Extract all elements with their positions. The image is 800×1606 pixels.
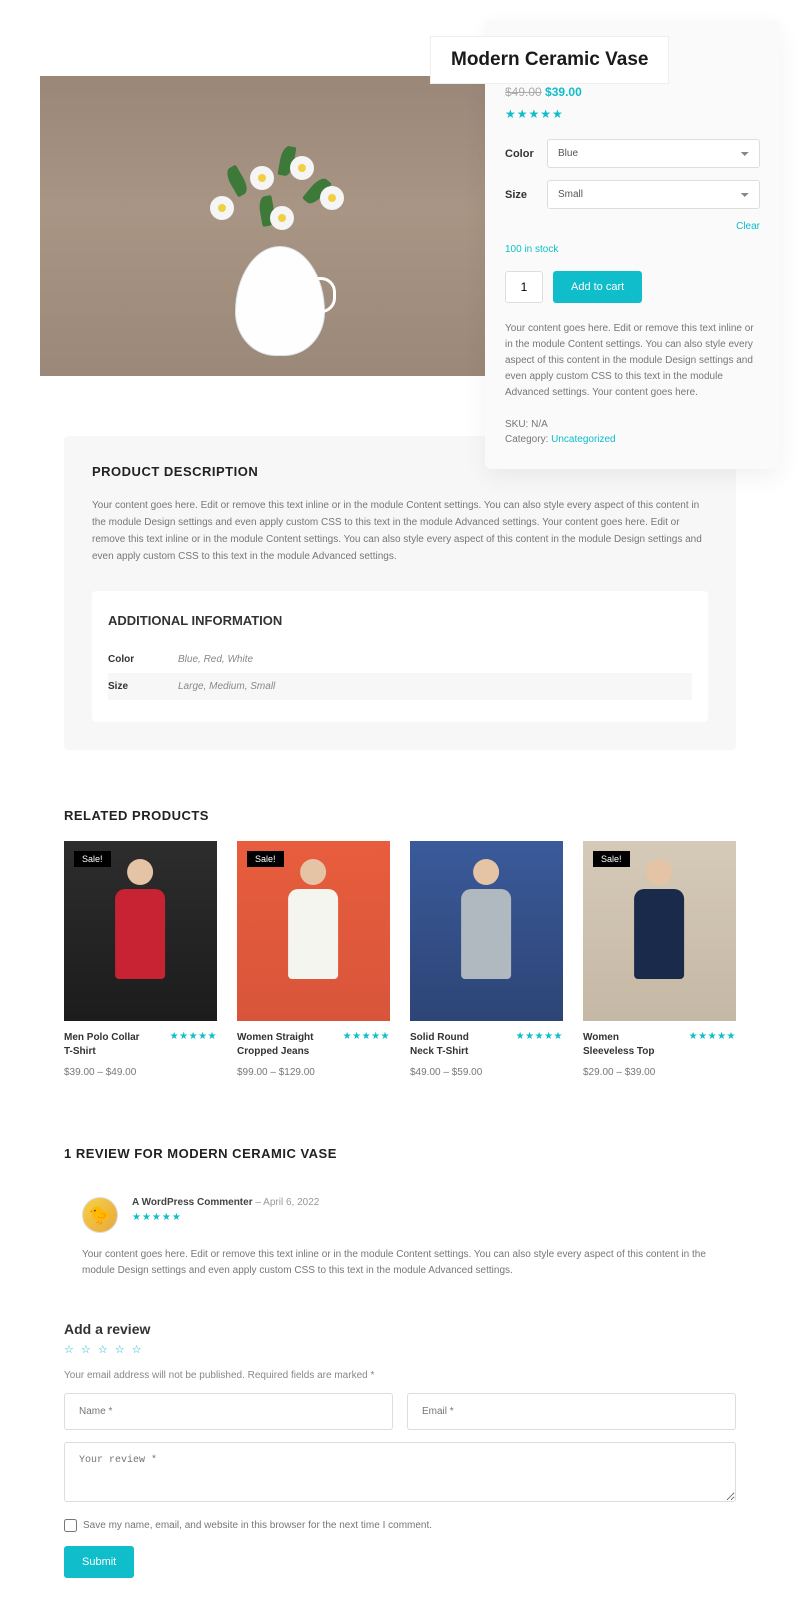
related-name: Women Sleeveless Top bbox=[583, 1031, 668, 1059]
additional-info-heading: ADDITIONAL INFORMATION bbox=[108, 613, 692, 628]
color-select[interactable]: Blue bbox=[547, 139, 760, 168]
product-image[interactable] bbox=[40, 76, 520, 376]
avatar: 🐤 bbox=[82, 1197, 118, 1233]
review-date: April 6, 2022 bbox=[263, 1197, 319, 1208]
product-title: Modern Ceramic Vase bbox=[451, 49, 648, 71]
related-heading: RELATED PRODUCTS bbox=[64, 808, 736, 823]
email-field[interactable] bbox=[407, 1393, 736, 1430]
category-link[interactable]: Uncategorized bbox=[551, 434, 615, 445]
related-price: $29.00 – $39.00 bbox=[583, 1067, 736, 1078]
review-field[interactable] bbox=[64, 1442, 736, 1502]
product-info-panel: $49.00 $39.00 ★★★★★ Color Blue Size Smal… bbox=[485, 20, 780, 469]
related-product[interactable]: Sale! Men Polo Collar T-Shirt★★★★★ $39.0… bbox=[64, 841, 217, 1078]
review-card: 🐤 A WordPress Commenter – April 6, 2022 … bbox=[64, 1179, 736, 1297]
category-line: Category: Uncategorized bbox=[505, 434, 760, 445]
reviews-heading: 1 REVIEW FOR MODERN CERAMIC VASE bbox=[64, 1146, 736, 1161]
related-name: Men Polo Collar T-Shirt bbox=[64, 1031, 149, 1059]
related-price: $39.00 – $49.00 bbox=[64, 1067, 217, 1078]
rating-stars: ★★★★★ bbox=[505, 107, 760, 121]
rating-input[interactable]: ☆ ☆ ☆ ☆ ☆ bbox=[64, 1343, 736, 1356]
add-review-heading: Add a review bbox=[64, 1321, 736, 1337]
stock-status: 100 in stock bbox=[505, 244, 760, 255]
save-info-checkbox[interactable] bbox=[64, 1519, 77, 1532]
attributes-table: ColorBlue, Red, White SizeLarge, Medium,… bbox=[108, 646, 692, 700]
price-new: $39.00 bbox=[545, 85, 582, 99]
product-title-box: Modern Ceramic Vase bbox=[430, 36, 669, 84]
description-body: Your content goes here. Edit or remove t… bbox=[92, 497, 708, 565]
sku-line: SKU: N/A bbox=[505, 419, 760, 430]
related-product[interactable]: Sale! Women Sleeveless Top★★★★★ $29.00 –… bbox=[583, 841, 736, 1078]
review-author: A WordPress Commenter bbox=[132, 1197, 253, 1208]
related-name: Solid Round Neck T-Shirt bbox=[410, 1031, 495, 1059]
color-label: Color bbox=[505, 148, 547, 160]
size-select[interactable]: Small bbox=[547, 180, 760, 209]
table-row: ColorBlue, Red, White bbox=[108, 646, 692, 673]
add-to-cart-button[interactable]: Add to cart bbox=[553, 271, 642, 303]
related-product[interactable]: Sale! Women Straight Cropped Jeans★★★★★ … bbox=[237, 841, 390, 1078]
related-price: $99.00 – $129.00 bbox=[237, 1067, 390, 1078]
rating-stars: ★★★★★ bbox=[170, 1031, 217, 1042]
related-product[interactable]: Solid Round Neck T-Shirt ★★★★★ $49.00 – $… bbox=[410, 841, 563, 1078]
submit-button[interactable]: Submit bbox=[64, 1546, 134, 1578]
rating-stars: ★★★★★ bbox=[132, 1212, 319, 1223]
related-name: Women Straight Cropped Jeans bbox=[237, 1031, 322, 1059]
name-field[interactable] bbox=[64, 1393, 393, 1430]
form-disclaimer: Your email address will not be published… bbox=[64, 1370, 736, 1381]
rating-stars: ★★★★★ bbox=[343, 1031, 390, 1042]
price-old: $49.00 bbox=[505, 85, 542, 99]
price: $49.00 $39.00 bbox=[505, 85, 760, 99]
clear-link[interactable]: Clear bbox=[736, 221, 760, 232]
short-description: Your content goes here. Edit or remove t… bbox=[505, 321, 760, 401]
save-info-label: Save my name, email, and website in this… bbox=[83, 1520, 432, 1531]
rating-stars: ★★★★★ bbox=[516, 1031, 563, 1042]
review-body: Your content goes here. Edit or remove t… bbox=[82, 1247, 718, 1279]
quantity-input[interactable] bbox=[505, 271, 543, 303]
related-price: $49.00 – $59.00 bbox=[410, 1067, 563, 1078]
table-row: SizeLarge, Medium, Small bbox=[108, 673, 692, 700]
rating-stars: ★★★★★ bbox=[689, 1031, 736, 1042]
size-label: Size bbox=[505, 189, 547, 201]
